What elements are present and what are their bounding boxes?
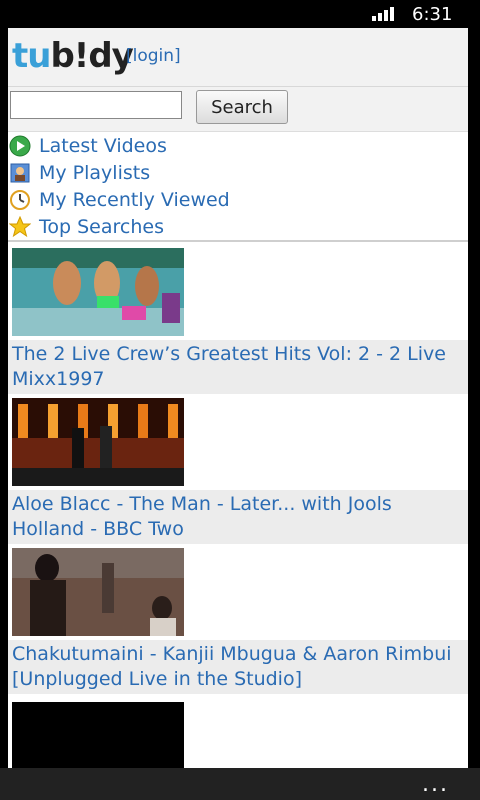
more-menu-button[interactable]: ...: [422, 772, 449, 797]
nav-item-label: Latest Videos: [39, 134, 167, 157]
clock-icon: [9, 189, 31, 211]
nav-list: Latest Videos My Playlists My Recently V…: [8, 132, 468, 240]
nav-item-label: My Playlists: [39, 161, 151, 184]
logo-part-tu: tu: [12, 36, 51, 76]
app-bar: [0, 768, 480, 800]
browser-page: tub!dy [login] Search Latest Videos My P…: [8, 28, 468, 768]
search-button[interactable]: Search: [196, 90, 288, 124]
video-title-link[interactable]: The 2 Live Crew’s Greatest Hits Vol: 2 -…: [8, 340, 468, 394]
star-icon: [9, 215, 31, 238]
video-title-link[interactable]: Chakutumaini - Kanjii Mbugua & Aaron Rim…: [8, 640, 468, 694]
video-thumbnail[interactable]: [12, 398, 184, 486]
clock-time: 6:31: [412, 4, 453, 25]
play-icon: [9, 135, 31, 157]
video-thumbnail[interactable]: [12, 548, 184, 636]
login-link[interactable]: [login]: [126, 46, 181, 66]
video-thumbnail[interactable]: [12, 248, 184, 336]
logo-part-bidy: b!dy: [50, 36, 133, 76]
nav-item-top-searches[interactable]: Top Searches: [8, 213, 468, 240]
nav-item-my-playlists[interactable]: My Playlists: [8, 159, 468, 186]
site-header: tub!dy [login]: [8, 28, 468, 87]
search-input[interactable]: [10, 91, 182, 119]
playlist-icon: [9, 162, 31, 184]
video-title-link[interactable]: Aloe Blacc - The Man - Later... with Joo…: [8, 490, 468, 544]
nav-item-label: My Recently Viewed: [39, 188, 230, 211]
nav-item-latest-videos[interactable]: Latest Videos: [8, 132, 468, 159]
tubidy-logo[interactable]: tub!dy: [12, 36, 134, 76]
divider: [8, 240, 468, 242]
video-thumbnail-loading: [12, 702, 184, 768]
nav-item-recently-viewed[interactable]: My Recently Viewed: [8, 186, 468, 213]
status-bar: 6:31: [0, 0, 480, 28]
search-bar: Search: [8, 87, 468, 132]
nav-item-label: Top Searches: [39, 215, 164, 238]
signal-icon: [372, 7, 394, 21]
